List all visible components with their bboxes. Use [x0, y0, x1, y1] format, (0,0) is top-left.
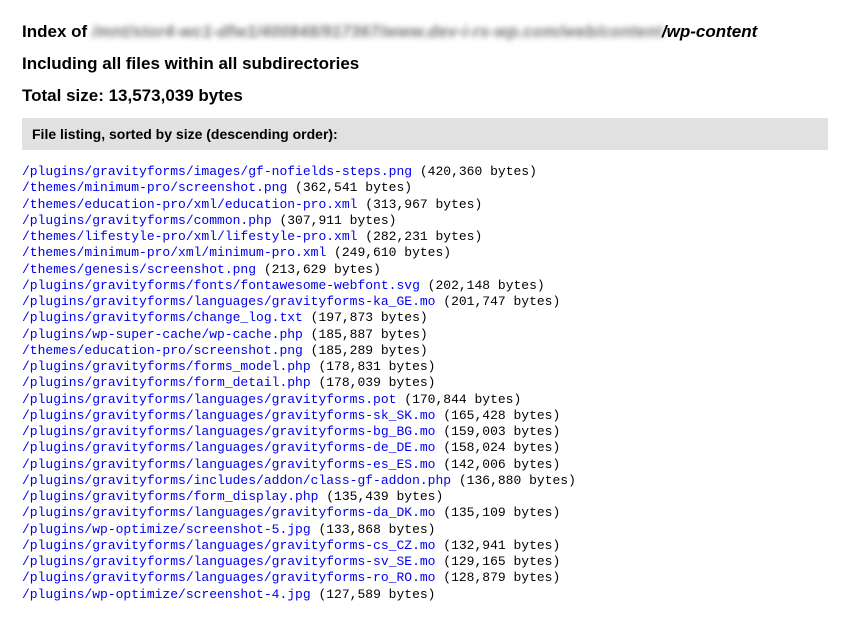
file-listing-header: File listing, sorted by size (descending… — [22, 118, 828, 150]
file-row: /plugins/gravityforms/fonts/fontawesome-… — [22, 278, 828, 294]
file-link[interactable]: /plugins/gravityforms/languages/gravityf… — [22, 457, 435, 472]
file-link[interactable]: /plugins/gravityforms/languages/gravityf… — [22, 554, 435, 569]
file-size: (307,911 bytes) — [272, 213, 397, 228]
file-size: (178,831 bytes) — [311, 359, 436, 374]
file-row: /themes/genesis/screenshot.png (213,629 … — [22, 262, 828, 278]
file-link[interactable]: /themes/genesis/screenshot.png — [22, 262, 256, 277]
file-link[interactable]: /plugins/gravityforms/fonts/fontawesome-… — [22, 278, 420, 293]
file-size: (136,880 bytes) — [451, 473, 576, 488]
file-link[interactable]: /plugins/gravityforms/languages/gravityf… — [22, 440, 435, 455]
file-link[interactable]: /themes/education-pro/screenshot.png — [22, 343, 303, 358]
file-row: /plugins/gravityforms/languages/gravityf… — [22, 424, 828, 440]
file-link[interactable]: /themes/lifestyle-pro/xml/lifestyle-pro.… — [22, 229, 357, 244]
file-link[interactable]: /themes/minimum-pro/xml/minimum-pro.xml — [22, 245, 326, 260]
file-link[interactable]: /plugins/gravityforms/languages/gravityf… — [22, 538, 435, 553]
file-row: /plugins/gravityforms/languages/gravityf… — [22, 457, 828, 473]
file-row: /plugins/gravityforms/languages/gravityf… — [22, 408, 828, 424]
file-size: (213,629 bytes) — [256, 262, 381, 277]
file-link[interactable]: /plugins/gravityforms/form_detail.php — [22, 375, 311, 390]
file-size: (159,003 bytes) — [435, 424, 560, 439]
file-size: (127,589 bytes) — [311, 587, 436, 602]
file-link[interactable]: /plugins/gravityforms/languages/gravityf… — [22, 408, 435, 423]
file-size: (135,439 bytes) — [318, 489, 443, 504]
file-size: (249,610 bytes) — [326, 245, 451, 260]
file-size: (420,360 bytes) — [412, 164, 537, 179]
file-size: (142,006 bytes) — [435, 457, 560, 472]
file-size: (185,887 bytes) — [303, 327, 428, 342]
file-size: (362,541 bytes) — [287, 180, 412, 195]
file-list: /plugins/gravityforms/images/gf-nofields… — [22, 164, 828, 603]
file-size: (313,967 bytes) — [357, 197, 482, 212]
file-link[interactable]: /plugins/gravityforms/forms_model.php — [22, 359, 311, 374]
file-link[interactable]: /plugins/wp-super-cache/wp-cache.php — [22, 327, 303, 342]
file-link[interactable]: /plugins/gravityforms/form_display.php — [22, 489, 318, 504]
file-link[interactable]: /plugins/gravityforms/common.php — [22, 213, 272, 228]
file-row: /plugins/gravityforms/languages/gravityf… — [22, 505, 828, 521]
file-link[interactable]: /plugins/wp-optimize/screenshot-5.jpg — [22, 522, 311, 537]
index-of-prefix: Index of — [22, 22, 92, 41]
file-row: /themes/education-pro/screenshot.png (18… — [22, 343, 828, 359]
index-of-visible-suffix: /wp-content — [662, 22, 757, 41]
file-size: (165,428 bytes) — [435, 408, 560, 423]
file-row: /plugins/gravityforms/form_detail.php (1… — [22, 375, 828, 391]
including-files-heading: Including all files within all subdirect… — [22, 54, 828, 74]
file-size: (197,873 bytes) — [303, 310, 428, 325]
file-row: /plugins/gravityforms/languages/gravityf… — [22, 294, 828, 310]
file-size: (133,868 bytes) — [311, 522, 436, 537]
file-size: (282,231 bytes) — [357, 229, 482, 244]
file-row: /plugins/gravityforms/languages/gravityf… — [22, 570, 828, 586]
file-row: /themes/minimum-pro/xml/minimum-pro.xml … — [22, 245, 828, 261]
total-size-value: 13,573,039 bytes — [109, 86, 243, 105]
file-row: /plugins/gravityforms/images/gf-nofields… — [22, 164, 828, 180]
index-of-heading: Index of /mnt/stor4-wc1-dfw1/400848/9173… — [22, 22, 828, 42]
file-size: (135,109 bytes) — [435, 505, 560, 520]
file-link[interactable]: /themes/education-pro/xml/education-pro.… — [22, 197, 357, 212]
file-row: /plugins/gravityforms/form_display.php (… — [22, 489, 828, 505]
file-size: (178,039 bytes) — [311, 375, 436, 390]
file-size: (185,289 bytes) — [303, 343, 428, 358]
file-size: (201,747 bytes) — [435, 294, 560, 309]
file-size: (132,941 bytes) — [435, 538, 560, 553]
file-row: /plugins/gravityforms/forms_model.php (1… — [22, 359, 828, 375]
file-size: (128,879 bytes) — [435, 570, 560, 585]
file-link[interactable]: /plugins/gravityforms/includes/addon/cla… — [22, 473, 451, 488]
file-link[interactable]: /plugins/gravityforms/languages/gravityf… — [22, 505, 435, 520]
file-row: /themes/education-pro/xml/education-pro.… — [22, 197, 828, 213]
file-link[interactable]: /plugins/gravityforms/images/gf-nofields… — [22, 164, 412, 179]
file-row: /themes/lifestyle-pro/xml/lifestyle-pro.… — [22, 229, 828, 245]
file-size: (170,844 bytes) — [396, 392, 521, 407]
file-row: /plugins/gravityforms/languages/gravityf… — [22, 538, 828, 554]
file-link[interactable]: /plugins/gravityforms/languages/gravityf… — [22, 570, 435, 585]
file-row: /plugins/gravityforms/languages/gravityf… — [22, 554, 828, 570]
file-row: /plugins/gravityforms/change_log.txt (19… — [22, 310, 828, 326]
file-row: /plugins/gravityforms/languages/gravityf… — [22, 392, 828, 408]
file-row: /plugins/gravityforms/includes/addon/cla… — [22, 473, 828, 489]
total-size-heading: Total size: 13,573,039 bytes — [22, 86, 828, 106]
file-link[interactable]: /themes/minimum-pro/screenshot.png — [22, 180, 287, 195]
file-link[interactable]: /plugins/gravityforms/languages/gravityf… — [22, 294, 435, 309]
file-row: /themes/minimum-pro/screenshot.png (362,… — [22, 180, 828, 196]
file-size: (129,165 bytes) — [435, 554, 560, 569]
file-link[interactable]: /plugins/wp-optimize/screenshot-4.jpg — [22, 587, 311, 602]
file-size: (158,024 bytes) — [435, 440, 560, 455]
file-link[interactable]: /plugins/gravityforms/change_log.txt — [22, 310, 303, 325]
file-row: /plugins/gravityforms/languages/gravityf… — [22, 440, 828, 456]
total-size-label: Total size: — [22, 86, 109, 105]
file-size: (202,148 bytes) — [420, 278, 545, 293]
file-link[interactable]: /plugins/gravityforms/languages/gravityf… — [22, 424, 435, 439]
index-of-blurred-path: /mnt/stor4-wc1-dfw1/400848/917367/www.de… — [92, 22, 662, 42]
file-row: /plugins/wp-super-cache/wp-cache.php (18… — [22, 327, 828, 343]
file-row: /plugins/wp-optimize/screenshot-5.jpg (1… — [22, 522, 828, 538]
file-link[interactable]: /plugins/gravityforms/languages/gravityf… — [22, 392, 396, 407]
file-row: /plugins/gravityforms/common.php (307,91… — [22, 213, 828, 229]
